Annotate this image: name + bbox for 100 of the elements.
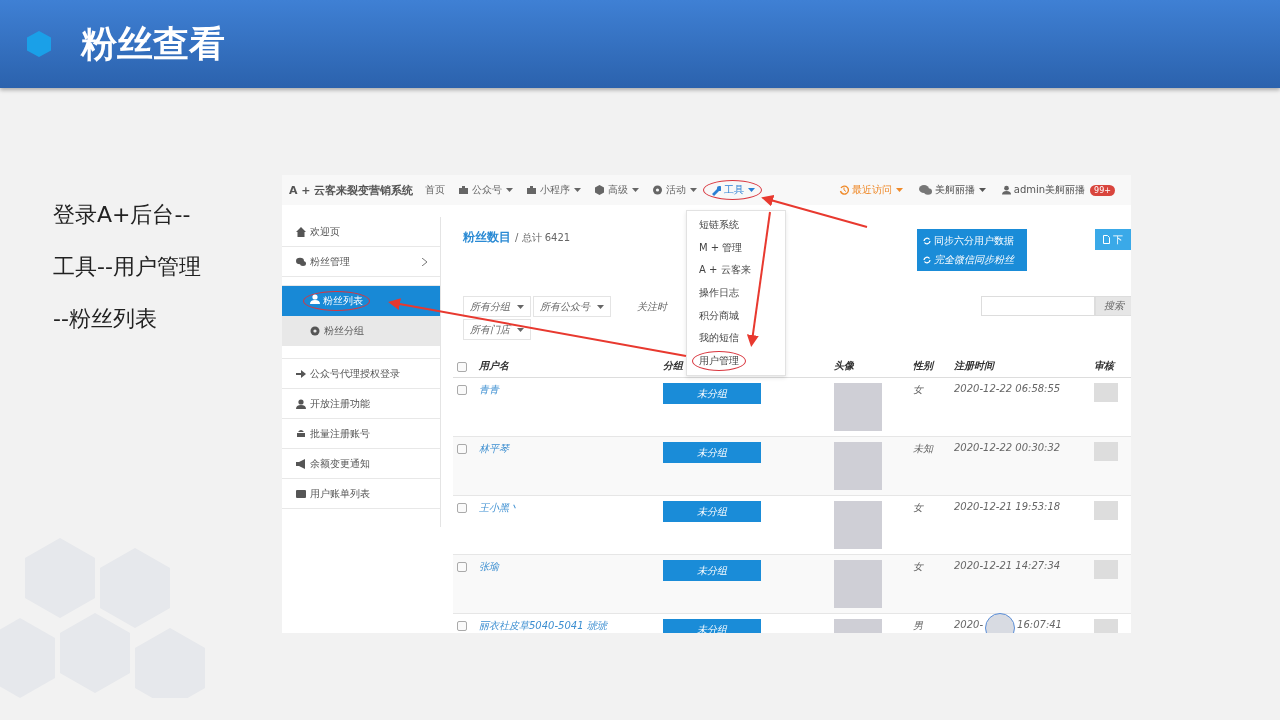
caret-icon — [895, 188, 903, 192]
review-toggle[interactable] — [1094, 501, 1118, 520]
menu-item[interactable]: 操作日志 — [699, 286, 739, 301]
search-button[interactable]: 搜索 — [1095, 296, 1131, 316]
group-button[interactable]: 未分组 — [663, 442, 761, 463]
sidebar-item[interactable]: 欢迎页 — [282, 217, 440, 247]
nav-item[interactable]: admin美舸丽播 99+ — [1001, 183, 1115, 197]
column-header: 审核 — [1094, 359, 1114, 373]
register-time: 2020-12-22 06:58:55 — [954, 383, 1061, 394]
review-toggle[interactable] — [1094, 619, 1118, 633]
app-brand: A + 云客来裂变营销系统 — [289, 182, 414, 198]
page-title: 粉丝数目 — [463, 229, 511, 246]
search-field[interactable] — [981, 296, 1095, 316]
caret-icon — [517, 327, 524, 332]
sidebar-item[interactable]: 批量注册账号 — [282, 419, 440, 449]
sidebar-subitem[interactable]: 粉丝分组 — [282, 316, 440, 346]
refresh-icon — [923, 255, 931, 264]
step-text: 工具--用户管理 — [53, 253, 202, 281]
wrench-icon — [710, 184, 722, 196]
register-time: 2020-12-21 19:53:18 — [954, 501, 1061, 512]
avatar-placeholder — [834, 560, 882, 608]
register-time: 16:07:41 — [1017, 619, 1062, 630]
home-icon — [296, 226, 306, 237]
filter-dropdown[interactable]: 所有门店 — [463, 319, 531, 340]
slide-title: 粉丝查看 — [81, 21, 225, 66]
gender-text: 女 — [913, 560, 923, 574]
column-header: 注册时间 — [954, 359, 994, 373]
group-button[interactable]: 未分组 — [663, 619, 761, 633]
gender-text: 女 — [913, 501, 923, 515]
user-name-link[interactable]: 丽衣社皮草5040-5041 琥琥 — [479, 619, 607, 633]
history-icon — [838, 185, 849, 195]
sync-button[interactable]: 完全微信同步粉丝 — [917, 252, 1027, 267]
menu-item[interactable]: A + 云客来 — [699, 263, 751, 278]
gender-text: 未知 — [913, 442, 933, 456]
refresh-icon — [923, 236, 931, 245]
menu-item[interactable]: 短链系统 — [699, 218, 739, 233]
review-toggle[interactable] — [1094, 560, 1118, 579]
nav-item[interactable]: 高级 — [594, 181, 640, 199]
nav-item[interactable]: 小程序 — [526, 181, 582, 199]
gear-icon — [310, 325, 320, 336]
cube-icon — [594, 184, 606, 196]
checkbox[interactable] — [457, 621, 467, 631]
checkbox[interactable] — [457, 362, 467, 372]
group-button[interactable]: 未分组 — [663, 383, 761, 404]
filter-dropdown[interactable]: 所有分组 — [463, 296, 531, 317]
avatar-placeholder — [834, 383, 882, 431]
login-icon — [296, 368, 306, 379]
menu-item[interactable]: 积分商城 — [699, 308, 739, 323]
user-icon — [1001, 185, 1011, 195]
total-count: / 总计 6421 — [515, 231, 571, 245]
menu-item[interactable]: 我的短信 — [699, 331, 739, 346]
user-icon — [310, 294, 320, 304]
step-text: --粉丝列表 — [53, 305, 158, 333]
sidebar-item[interactable]: 余额变更通知 — [282, 449, 440, 479]
card-icon — [296, 488, 306, 499]
user-name-link[interactable]: 青青 — [479, 383, 499, 397]
register-time: 2020- — [954, 619, 984, 630]
review-toggle[interactable] — [1094, 442, 1118, 461]
nav-item[interactable]: 公众号 — [458, 181, 514, 199]
step-text: 登录A+后台-- — [53, 201, 192, 229]
chat-icon — [918, 185, 932, 195]
checkbox[interactable] — [457, 562, 467, 572]
gender-text: 男 — [913, 619, 923, 633]
group-button[interactable]: 未分组 — [663, 560, 761, 581]
sidebar-subitem[interactable]: 粉丝列表 — [282, 286, 440, 316]
caret-icon — [978, 188, 986, 192]
user-name-link[interactable]: 林平琴 — [479, 442, 509, 456]
sync-button[interactable]: 同步六分用户数据 — [917, 233, 1027, 248]
chat-icon — [296, 256, 306, 267]
sidebar-item[interactable]: 公众号代理授权登录 — [282, 359, 440, 389]
gender-text: 女 — [913, 383, 923, 397]
filter-dropdown[interactable]: 所有公众号 — [533, 296, 611, 317]
register-time: 2020-12-21 14:27:34 — [954, 560, 1061, 571]
sidebar-item[interactable]: 开放注册功能 — [282, 389, 440, 419]
hexagon-icon — [27, 31, 51, 57]
column-header: 用户名 — [479, 359, 509, 373]
sidebar-item[interactable]: 粉丝管理 — [282, 247, 440, 277]
menu-item[interactable]: M + 管理 — [699, 240, 743, 255]
group-button[interactable]: 未分组 — [663, 501, 761, 522]
megaphone-icon — [296, 458, 306, 469]
notification-badge: 99+ — [1090, 184, 1115, 196]
user-name-link[interactable]: 张瑜 — [479, 560, 499, 574]
checkbox[interactable] — [457, 503, 467, 513]
checkbox[interactable] — [457, 444, 467, 454]
nav-item[interactable]: 活动 — [652, 181, 698, 199]
gear-icon — [652, 184, 664, 196]
nav-item[interactable]: 首页 — [425, 181, 446, 199]
column-header: 头像 — [834, 359, 854, 373]
avatar-placeholder — [834, 501, 882, 549]
column-header: 性别 — [913, 359, 933, 373]
user-name-link[interactable]: 王小黑丶 — [479, 501, 519, 515]
nav-item[interactable]: 美舸丽播 — [918, 183, 986, 197]
caret-icon — [597, 304, 604, 309]
caret-icon — [517, 304, 524, 309]
checkbox[interactable] — [457, 385, 467, 395]
review-toggle[interactable] — [1094, 383, 1118, 402]
avatar-placeholder — [834, 442, 882, 490]
column-header: 分组 — [663, 359, 683, 373]
register-time: 2020-12-22 00:30:32 — [954, 442, 1061, 453]
sidebar-item[interactable]: 用户账单列表 — [282, 479, 440, 509]
